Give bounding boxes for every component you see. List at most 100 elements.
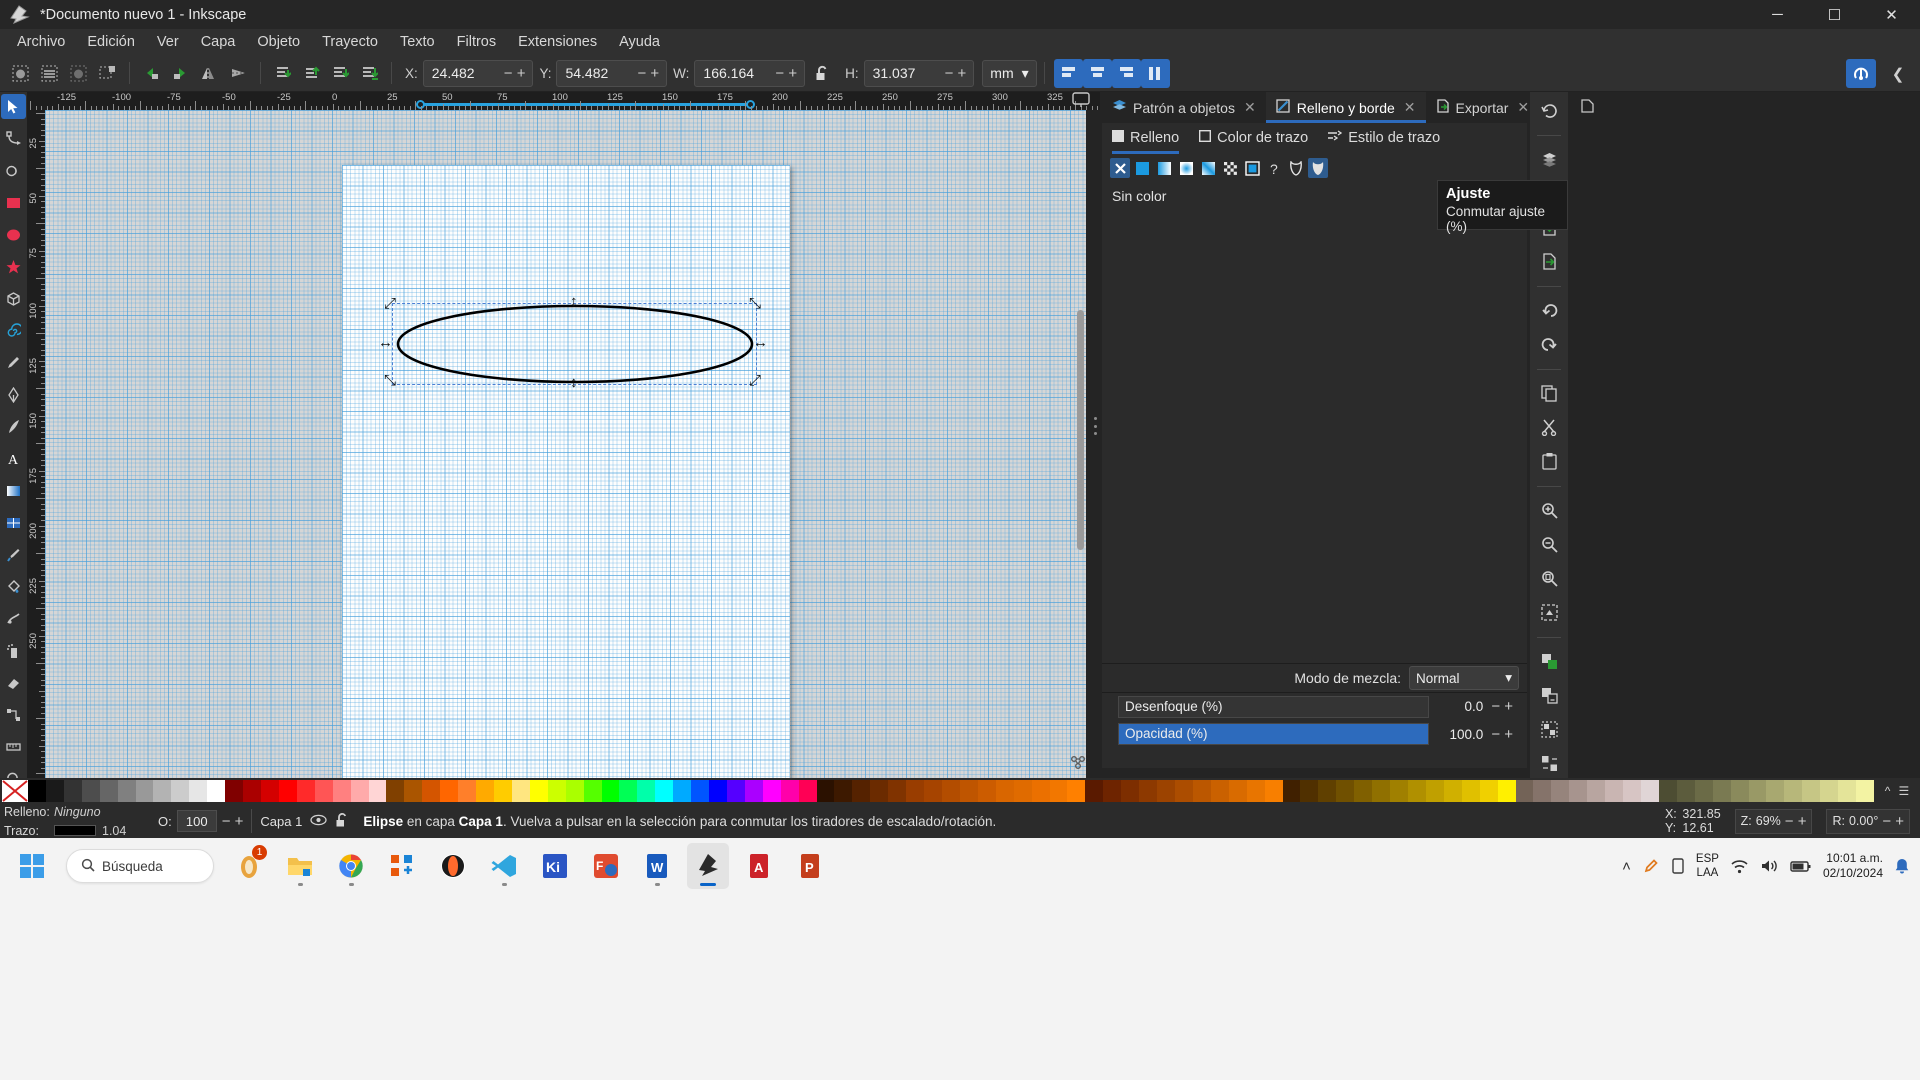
palette-swatch[interactable] <box>583 780 602 802</box>
palette-swatch[interactable] <box>619 780 638 802</box>
palette-swatch[interactable] <box>942 780 960 802</box>
tweak-tool[interactable] <box>1 606 26 631</box>
palette-swatch[interactable] <box>565 780 584 802</box>
taskbar-search[interactable]: Búsqueda <box>66 849 214 883</box>
palette-swatch[interactable] <box>493 780 512 802</box>
taskbar-app-word[interactable]: W <box>636 843 678 889</box>
palette-swatch[interactable] <box>1569 780 1588 802</box>
select-all-icon[interactable] <box>6 59 35 88</box>
duplicate-icon[interactable] <box>1534 647 1564 675</box>
lock-open-icon[interactable] <box>335 812 349 831</box>
taskbar-app-opera[interactable] <box>432 843 474 889</box>
palette-swatch[interactable] <box>726 780 745 802</box>
layers-icon[interactable] <box>1534 145 1564 173</box>
box3d-tool[interactable] <box>1 286 26 311</box>
palette-swatch[interactable] <box>1623 780 1641 802</box>
deselect-icon[interactable] <box>64 59 93 88</box>
palette-swatch[interactable] <box>977 780 996 802</box>
eraser-tool[interactable] <box>1 670 26 695</box>
scissors-icon[interactable] <box>1534 413 1564 441</box>
y-field-stepper[interactable]: − + <box>635 65 666 82</box>
palette-swatch[interactable] <box>81 780 100 802</box>
rotation-control[interactable]: R: 0.00° − + <box>1826 808 1910 834</box>
palette-swatch[interactable] <box>45 780 64 802</box>
rotate-value[interactable]: 0.00° <box>1849 814 1878 828</box>
subtab-relleno[interactable]: Relleno <box>1112 123 1180 154</box>
ellipse-tool[interactable] <box>1 222 26 247</box>
connector-tool[interactable] <box>1 702 26 727</box>
palette-swatch[interactable] <box>296 780 315 802</box>
paint-flat-button[interactable] <box>1132 158 1152 178</box>
menu-archivo[interactable]: Archivo <box>6 31 76 53</box>
palette-swatch[interactable] <box>1372 780 1391 802</box>
clone-icon[interactable] <box>1534 681 1564 709</box>
palette-swatch[interactable] <box>1085 780 1104 802</box>
blur-slider[interactable]: Desenfoque (%) <box>1118 695 1430 718</box>
blend-mode-select[interactable]: Normal ▾ <box>1409 666 1519 690</box>
scale-handle-w[interactable]: ↔ <box>378 335 393 350</box>
paint-linear-gradient-button[interactable] <box>1154 158 1174 178</box>
palette-swatch[interactable] <box>816 780 835 802</box>
palette-swatch[interactable] <box>1479 780 1498 802</box>
battery-tray-icon[interactable] <box>1671 857 1685 875</box>
blur-stepper[interactable]: − + <box>1483 698 1519 715</box>
undo-history-icon[interactable] <box>1534 96 1564 124</box>
vertical-ruler[interactable]: 25 50 75 100 125 150 175 200 225 250 <box>27 110 45 790</box>
palette-swatch[interactable] <box>1390 780 1408 802</box>
paint-mesh-gradient-button[interactable] <box>1198 158 1218 178</box>
palette-swatch[interactable] <box>1802 780 1821 802</box>
paint-unknown-button[interactable]: ? <box>1264 158 1284 178</box>
palette-swatch[interactable] <box>834 780 853 802</box>
undo-arrow-icon[interactable] <box>1534 296 1564 324</box>
palette-swatch[interactable] <box>332 780 351 802</box>
palette-swatch[interactable] <box>1784 780 1803 802</box>
palette-swatch[interactable] <box>1748 780 1767 802</box>
palette-swatch[interactable] <box>744 780 763 802</box>
zoom-stepper[interactable]: − + <box>1785 813 1807 830</box>
palette-swatch[interactable] <box>386 780 405 802</box>
paste-icon[interactable] <box>1534 447 1564 475</box>
x-field-stepper[interactable]: − + <box>502 65 533 82</box>
fill-stroke-indicator[interactable]: Relleno: Ninguno Trazo: 1.04 <box>0 804 150 838</box>
palette-swatch[interactable] <box>1658 780 1677 802</box>
language-indicator[interactable]: ESP LAA <box>1696 852 1719 880</box>
maximize-button[interactable]: ☐ <box>1806 0 1863 29</box>
palette-swatch[interactable] <box>1228 780 1247 802</box>
star-tool[interactable] <box>1 254 26 279</box>
palette-swatch[interactable] <box>762 780 781 802</box>
flip-vertical-icon[interactable] <box>224 59 253 88</box>
palette-swatch[interactable] <box>1712 780 1731 802</box>
scale-handle-nw[interactable]: ⤢ <box>384 296 396 311</box>
node-tool[interactable] <box>1 126 26 151</box>
palette-swatch[interactable] <box>529 780 548 802</box>
selector-tool[interactable] <box>1 94 26 119</box>
palette-swatch[interactable] <box>1640 780 1659 802</box>
ungroup-icon[interactable] <box>1534 749 1564 777</box>
rotate-lock-icon[interactable] <box>1068 752 1088 772</box>
paint-bucket-tool[interactable] <box>1 574 26 599</box>
spiral-tool[interactable] <box>1 318 26 343</box>
opacity-value[interactable]: 100.0 <box>1437 727 1484 742</box>
palette-swatch[interactable] <box>1175 780 1193 802</box>
group-icon[interactable] <box>1534 715 1564 743</box>
palette-swatch[interactable] <box>422 780 441 802</box>
palette-swatch[interactable] <box>476 780 494 802</box>
ellipse-shape[interactable] <box>45 110 1086 790</box>
h-field-stepper[interactable]: − + <box>943 65 974 82</box>
lower-to-bottom-icon[interactable] <box>355 59 384 88</box>
palette-swatch[interactable] <box>547 780 566 802</box>
palette-swatch[interactable] <box>99 780 118 802</box>
taskbar-app-file-explorer[interactable] <box>279 843 321 889</box>
tray-chevron-up-icon[interactable]: ˄ <box>1622 858 1631 875</box>
scale-handle-n[interactable]: ↕ <box>570 294 578 309</box>
dock-tab-pattern-to-objects[interactable]: Patrón a objetos ✕ <box>1102 92 1266 123</box>
palette-swatch[interactable] <box>135 780 154 802</box>
taskbar-app-store[interactable] <box>381 843 423 889</box>
palette-swatch[interactable] <box>1210 780 1229 802</box>
menu-objeto[interactable]: Objeto <box>246 31 311 53</box>
taskbar-app-inkscape[interactable] <box>687 843 729 889</box>
palette-swatch[interactable] <box>1497 780 1516 802</box>
scale-handle-ne[interactable]: ⤡ <box>749 296 761 311</box>
palette-swatch[interactable] <box>1103 780 1122 802</box>
palette-swatch[interactable] <box>314 780 333 802</box>
